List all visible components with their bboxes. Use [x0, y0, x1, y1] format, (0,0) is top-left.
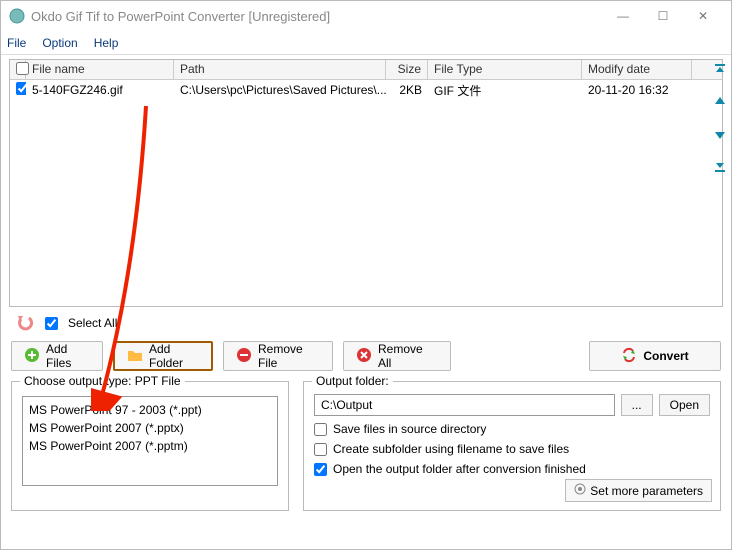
col-path[interactable]: Path: [174, 60, 386, 79]
gear-icon: [574, 483, 586, 498]
cell-date: 20-11-20 16:32: [582, 81, 692, 99]
col-modify[interactable]: Modify date: [582, 60, 692, 79]
openafter-label: Open the output folder after conversion …: [333, 462, 586, 476]
undo-icon[interactable]: [15, 313, 35, 333]
move-up-icon[interactable]: [711, 93, 729, 111]
output-path-input[interactable]: [314, 394, 615, 416]
save-src-label: Save files in source directory: [333, 422, 486, 436]
menu-file[interactable]: File: [7, 36, 26, 50]
add-files-label: Add Files: [46, 342, 90, 370]
bottom-panels: Choose output type: PPT File MS PowerPoi…: [11, 381, 721, 511]
col-filetype[interactable]: File Type: [428, 60, 582, 79]
remove-file-button[interactable]: Remove File: [223, 341, 333, 371]
file-list-header: File name Path Size File Type Modify dat…: [10, 60, 722, 80]
window-title: Okdo Gif Tif to PowerPoint Converter [Un…: [31, 9, 603, 24]
cell-size: 2KB: [386, 81, 428, 99]
more-parameters-label: Set more parameters: [590, 484, 703, 498]
open-button[interactable]: Open: [659, 394, 710, 416]
save-src-checkbox[interactable]: [314, 423, 327, 436]
remove-all-button[interactable]: Remove All: [343, 341, 451, 371]
output-type-listbox[interactable]: MS PowerPoint 97 - 2003 (*.ppt) MS Power…: [22, 396, 278, 486]
menu-help[interactable]: Help: [94, 36, 119, 50]
output-type-panel: Choose output type: PPT File MS PowerPoi…: [11, 381, 289, 511]
x-icon: [356, 347, 372, 366]
output-folder-label: Output folder:: [312, 374, 393, 388]
convert-icon: [621, 347, 637, 366]
move-top-icon[interactable]: [711, 61, 729, 79]
remove-file-label: Remove File: [258, 342, 320, 370]
move-down-icon[interactable]: [711, 125, 729, 143]
list-item[interactable]: MS PowerPoint 2007 (*.pptx): [29, 419, 271, 437]
app-icon: [9, 8, 25, 24]
col-checkbox[interactable]: [10, 60, 26, 79]
select-all-checkbox[interactable]: [45, 317, 58, 330]
col-filename[interactable]: File name: [26, 60, 174, 79]
convert-label: Convert: [643, 349, 688, 363]
cell-type: GIF 文件: [428, 80, 582, 101]
select-all-label: Select All: [68, 316, 117, 330]
output-folder-panel: Output folder: ... Open Save files in so…: [303, 381, 721, 511]
col-size[interactable]: Size: [386, 60, 428, 79]
add-files-button[interactable]: Add Files: [11, 341, 103, 371]
output-type-label: Choose output type: PPT File: [20, 374, 185, 388]
add-folder-label: Add Folder: [149, 342, 199, 370]
menu-bar: File Option Help: [1, 31, 731, 55]
maximize-button[interactable]: ☐: [643, 2, 683, 30]
close-button[interactable]: ✕: [683, 2, 723, 30]
add-folder-button[interactable]: Add Folder: [113, 341, 213, 371]
minimize-button[interactable]: ―: [603, 2, 643, 30]
remove-all-label: Remove All: [378, 342, 438, 370]
subfolder-checkbox[interactable]: [314, 443, 327, 456]
menu-option[interactable]: Option: [42, 36, 77, 50]
cell-filename: 5-140FGZ246.gif: [26, 81, 174, 99]
select-all-row: Select All: [15, 313, 717, 333]
side-toolbar: [711, 61, 729, 175]
title-bar: Okdo Gif Tif to PowerPoint Converter [Un…: [1, 1, 731, 31]
plus-icon: [24, 347, 40, 366]
minus-icon: [236, 347, 252, 366]
more-parameters-button[interactable]: Set more parameters: [565, 479, 712, 502]
convert-button[interactable]: Convert: [589, 341, 721, 371]
list-item[interactable]: MS PowerPoint 2007 (*.pptm): [29, 437, 271, 455]
file-list: File name Path Size File Type Modify dat…: [9, 59, 723, 307]
list-item[interactable]: MS PowerPoint 97 - 2003 (*.ppt): [29, 401, 271, 419]
action-buttons: Add Files Add Folder Remove File Remove …: [11, 341, 721, 371]
move-bottom-icon[interactable]: [711, 157, 729, 175]
cell-path: C:\Users\pc\Pictures\Saved Pictures\...: [174, 81, 386, 99]
table-row[interactable]: 5-140FGZ246.gif C:\Users\pc\Pictures\Sav…: [10, 80, 722, 100]
subfolder-label: Create subfolder using filename to save …: [333, 442, 569, 456]
openafter-checkbox[interactable]: [314, 463, 327, 476]
browse-button[interactable]: ...: [621, 394, 653, 416]
row-checkbox[interactable]: [16, 82, 26, 95]
folder-icon: [127, 348, 143, 365]
